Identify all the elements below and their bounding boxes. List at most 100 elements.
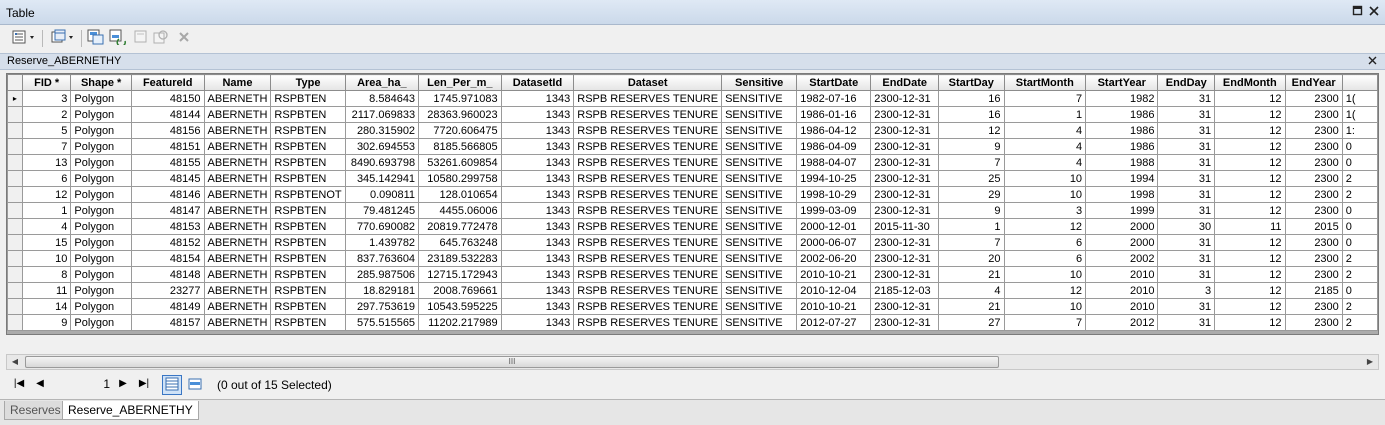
table-cell[interactable]: ABERNETH xyxy=(203,122,272,139)
table-cell[interactable]: 1343 xyxy=(500,122,575,139)
table-cell[interactable]: 1343 xyxy=(500,106,575,123)
table-cell[interactable]: 12 xyxy=(1214,234,1286,251)
row-selector[interactable] xyxy=(7,106,23,123)
table-cell[interactable]: 1343 xyxy=(500,266,575,283)
table-cell[interactable]: RSPBTEN xyxy=(270,202,346,219)
table-cell[interactable]: 10 xyxy=(1003,266,1087,283)
table-cell[interactable]: 1982-07-16 xyxy=(796,90,872,107)
table-cell[interactable]: 2300-12-31 xyxy=(870,202,940,219)
table-cell[interactable]: ABERNETH xyxy=(203,106,272,123)
table-cell[interactable]: RSPB RESERVES TENURE xyxy=(573,138,723,155)
table-cell[interactable]: 2000 xyxy=(1085,234,1159,251)
table-row[interactable]: 11 Polygon 23277 ABERNETH RSPBTEN 18.829181 20… xyxy=(7,282,1378,299)
table-cell[interactable]: Polygon xyxy=(70,90,132,107)
show-selected-records-button[interactable] xyxy=(185,375,205,395)
table-cell[interactable]: 2002 xyxy=(1085,250,1159,267)
table-cell[interactable]: SENSITIVE xyxy=(721,314,798,331)
table-cell[interactable]: 2300 xyxy=(1284,298,1343,315)
table-cell[interactable]: 12 xyxy=(1214,250,1286,267)
table-cell[interactable]: 48152 xyxy=(130,234,205,251)
table-cell[interactable]: 2000 xyxy=(1085,218,1159,235)
table-cell[interactable]: 12 xyxy=(1214,122,1286,139)
table-cell[interactable]: 6 xyxy=(1003,250,1087,267)
table-cell[interactable]: RSPB RESERVES TENURE xyxy=(573,234,723,251)
table-cell[interactable]: 2300 xyxy=(1284,202,1343,219)
table-cell[interactable]: 0 xyxy=(1341,138,1378,155)
table-row[interactable]: 4 Polygon 48153 ABERNETH RSPBTEN 770.690082 20… xyxy=(7,218,1378,235)
table-cell[interactable]: SENSITIVE xyxy=(721,90,798,107)
table-cell[interactable]: 1( xyxy=(1341,90,1378,107)
table-cell[interactable]: RSPBTEN xyxy=(270,154,346,171)
column-header[interactable]: Shape * xyxy=(70,74,132,91)
table-cell[interactable]: Polygon xyxy=(70,186,132,203)
table-cell[interactable]: 10 xyxy=(1003,298,1087,315)
table-cell[interactable]: 7 xyxy=(21,138,72,155)
table-cell[interactable]: RSPBTEN xyxy=(270,90,346,107)
previous-record-icon[interactable]: ◀ xyxy=(33,378,47,389)
table-cell[interactable]: ABERNETH xyxy=(203,266,272,283)
table-cell[interactable]: 18.829181 xyxy=(344,282,420,299)
column-header[interactable]: StartYear xyxy=(1085,74,1159,91)
table-cell[interactable]: Polygon xyxy=(70,282,132,299)
table-cell[interactable]: 31 xyxy=(1157,170,1216,187)
table-cell[interactable]: Polygon xyxy=(70,218,132,235)
table-cell[interactable]: 31 xyxy=(1157,106,1216,123)
row-selector[interactable] xyxy=(7,170,23,187)
table-cell[interactable]: 0 xyxy=(1341,218,1378,235)
row-selector[interactable] xyxy=(7,122,23,139)
table-cell[interactable]: 2185 xyxy=(1284,282,1343,299)
table-cell[interactable]: SENSITIVE xyxy=(721,282,798,299)
table-cell[interactable]: 1986-04-09 xyxy=(796,138,872,155)
table-cell[interactable]: RSPB RESERVES TENURE xyxy=(573,106,723,123)
table-cell[interactable]: ABERNETH xyxy=(203,314,272,331)
table-cell[interactable]: 1986 xyxy=(1085,122,1159,139)
table-cell[interactable]: 4 xyxy=(21,218,72,235)
related-tables-button[interactable] xyxy=(47,28,79,48)
table-cell[interactable]: 4 xyxy=(938,282,1005,299)
row-selector[interactable] xyxy=(7,298,23,315)
table-cell[interactable]: 2 xyxy=(1341,250,1378,267)
table-row[interactable]: 8 Polygon 48148 ABERNETH RSPBTEN 285.987506 12… xyxy=(7,266,1378,283)
table-cell[interactable]: RSPBTEN xyxy=(270,250,346,267)
table-cell[interactable]: 12 xyxy=(1214,90,1286,107)
table-cell[interactable]: RSPB RESERVES TENURE xyxy=(573,298,723,315)
table-cell[interactable]: SENSITIVE xyxy=(721,234,798,251)
table-cell[interactable]: 12 xyxy=(1214,106,1286,123)
table-cell[interactable]: 48155 xyxy=(130,154,205,171)
row-selector-header[interactable] xyxy=(7,74,23,91)
table-cell[interactable]: SENSITIVE xyxy=(721,202,798,219)
scroll-right-icon[interactable]: ▶ xyxy=(1362,355,1378,369)
column-header[interactable]: FeatureId xyxy=(130,74,205,91)
table-cell[interactable]: Polygon xyxy=(70,298,132,315)
column-header[interactable]: EndYear xyxy=(1284,74,1343,91)
table-cell[interactable]: 2300-12-31 xyxy=(870,234,940,251)
table-cell[interactable]: 1.439782 xyxy=(344,234,420,251)
table-cell[interactable]: 1998 xyxy=(1085,186,1159,203)
table-cell[interactable]: 16 xyxy=(938,90,1005,107)
table-cell[interactable]: 48148 xyxy=(130,266,205,283)
table-cell[interactable]: 1343 xyxy=(500,218,575,235)
table-cell[interactable]: 1998-10-29 xyxy=(796,186,872,203)
table-cell[interactable]: Polygon xyxy=(70,106,132,123)
table-cell[interactable]: 12 xyxy=(1214,282,1286,299)
table-cell[interactable]: Polygon xyxy=(70,266,132,283)
table-cell[interactable]: 2010-10-21 xyxy=(796,266,872,283)
column-header[interactable]: Sensitive xyxy=(721,74,798,91)
table-cell[interactable]: RSPB RESERVES TENURE xyxy=(573,154,723,171)
table-cell[interactable]: 2300-12-31 xyxy=(870,122,940,139)
table-cell[interactable]: 2015-11-30 xyxy=(870,218,940,235)
table-cell[interactable]: 48144 xyxy=(130,106,205,123)
table-cell[interactable]: Polygon xyxy=(70,314,132,331)
table-row[interactable]: 15 Polygon 48152 ABERNETH RSPBTEN 1.439782 645… xyxy=(7,234,1378,251)
table-cell[interactable]: 9 xyxy=(938,202,1005,219)
table-cell[interactable]: 15 xyxy=(21,234,72,251)
table-cell[interactable]: 10543.595225 xyxy=(418,298,502,315)
table-cell[interactable]: RSPBTEN xyxy=(270,266,346,283)
table-cell[interactable]: 2300 xyxy=(1284,122,1343,139)
table-cell[interactable]: 128.010654 xyxy=(418,186,502,203)
table-cell[interactable]: Polygon xyxy=(70,202,132,219)
table-cell[interactable]: 0 xyxy=(1341,202,1378,219)
table-cell[interactable]: RSPBTEN xyxy=(270,170,346,187)
current-record-field[interactable]: 1 xyxy=(54,377,112,393)
table-cell[interactable]: 7 xyxy=(1003,90,1087,107)
